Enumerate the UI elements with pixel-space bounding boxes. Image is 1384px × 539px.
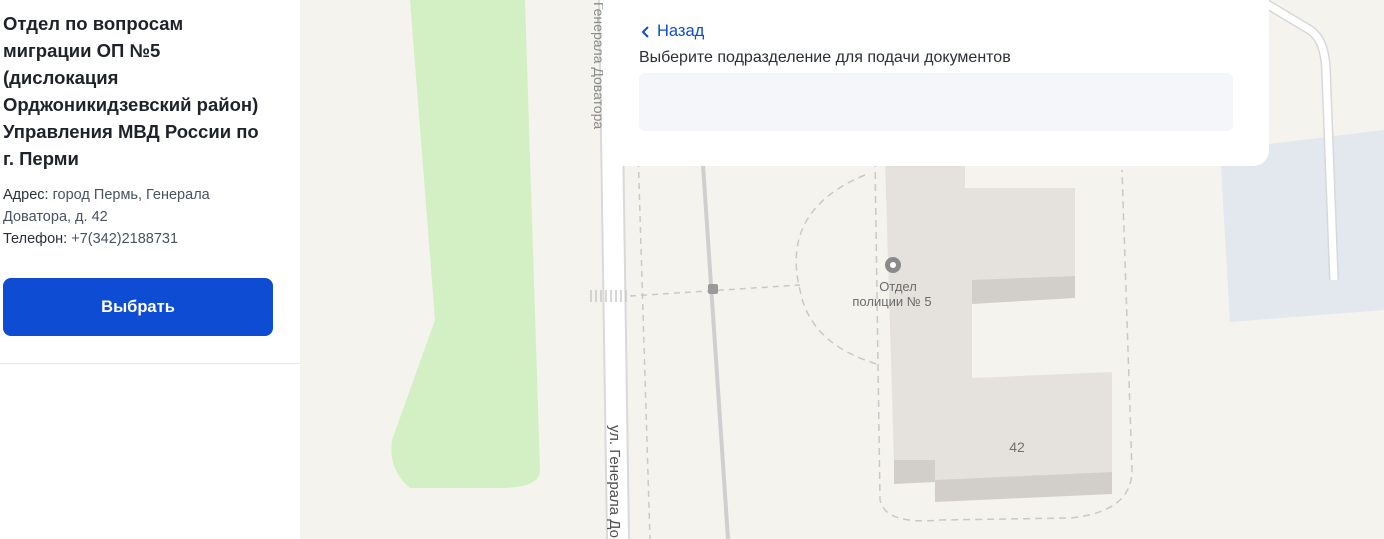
- office-address: Адрес: город Пермь, Генерала Доватора, д…: [3, 184, 272, 228]
- phone-value: +7(342)2188731: [71, 231, 179, 247]
- street-label-bottom: ул. Генерала До: [606, 425, 623, 538]
- address-label: Адрес:: [3, 187, 49, 203]
- back-label: Назад: [657, 22, 705, 40]
- phone-label: Телефон:: [3, 231, 68, 247]
- office-title: Отдел по вопросам миграции ОП №5 (дислок…: [3, 13, 259, 169]
- select-button[interactable]: Выбрать: [3, 278, 273, 336]
- department-panel: Назад Выберите подразделение для подачи …: [603, 0, 1269, 166]
- chevron-left-icon: [641, 25, 649, 38]
- poi-label-line1: Отдел: [879, 279, 917, 294]
- poi-label-line2: полиции № 5: [852, 294, 931, 309]
- office-info: Адрес: город Пермь, Генерала Доватора, д…: [3, 184, 272, 250]
- department-select[interactable]: [639, 73, 1233, 131]
- card-divider: [0, 363, 300, 364]
- office-phone: Телефон: +7(342)2188731: [3, 228, 272, 250]
- office-card: Отдел по вопросам миграции ОП №5 (дислок…: [0, 0, 300, 336]
- tram-stop: [708, 284, 718, 294]
- back-link[interactable]: Назад: [639, 22, 704, 41]
- department-label: Выберите подразделение для подачи докуме…: [639, 49, 1011, 66]
- house-number: 42: [1009, 439, 1025, 455]
- sidebar: Отдел по вопросам миграции ОП №5 (дислок…: [0, 0, 300, 539]
